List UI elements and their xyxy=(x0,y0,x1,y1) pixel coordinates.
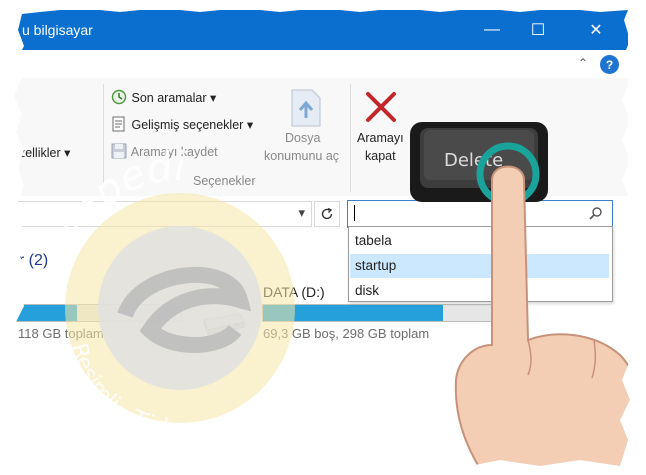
recent-searches-label: Son aramalar xyxy=(131,91,207,105)
watermark-logo: enpedi Resimli · Türkçe xyxy=(45,144,295,441)
help-icon[interactable]: ? xyxy=(600,55,619,74)
advanced-options-label: Gelişmiş seçenekler xyxy=(131,118,244,132)
pointing-hand-icon xyxy=(454,142,646,475)
open-file-location-icon xyxy=(291,89,321,127)
text-caret xyxy=(354,205,355,221)
recent-searches-icon xyxy=(111,89,127,105)
ribbon-tab-strip xyxy=(0,50,628,79)
close-search-label-1: Aramayı xyxy=(357,131,404,145)
maximize-button[interactable]: ☐ xyxy=(526,18,550,42)
ribbon-separator xyxy=(350,84,351,192)
close-button[interactable]: ✕ xyxy=(584,18,608,42)
chevron-down-icon: ▾ xyxy=(246,118,254,132)
chevron-down-icon: ▾ xyxy=(210,91,217,105)
close-search-label-2: kapat xyxy=(365,149,396,163)
advanced-options-button[interactable]: Gelişmiş seçenekler ▾ xyxy=(110,116,253,132)
drive-c-label[interactable]: :) xyxy=(6,284,15,300)
collapse-ribbon-icon[interactable]: ⌃ xyxy=(578,56,588,70)
title-bar: u bilgisayar — ☐ ✕ xyxy=(0,10,628,50)
advanced-options-icon xyxy=(112,116,125,132)
minimize-button[interactable]: — xyxy=(480,18,504,42)
window-title: u bilgisayar xyxy=(22,22,93,38)
screenshot-canvas: u bilgisayar — ☐ ✕ ⌃ ? özellikler ▾ Son … xyxy=(0,0,646,475)
close-search-icon[interactable] xyxy=(364,90,398,124)
recent-searches-button[interactable]: Son aramalar ▾ xyxy=(110,89,216,105)
